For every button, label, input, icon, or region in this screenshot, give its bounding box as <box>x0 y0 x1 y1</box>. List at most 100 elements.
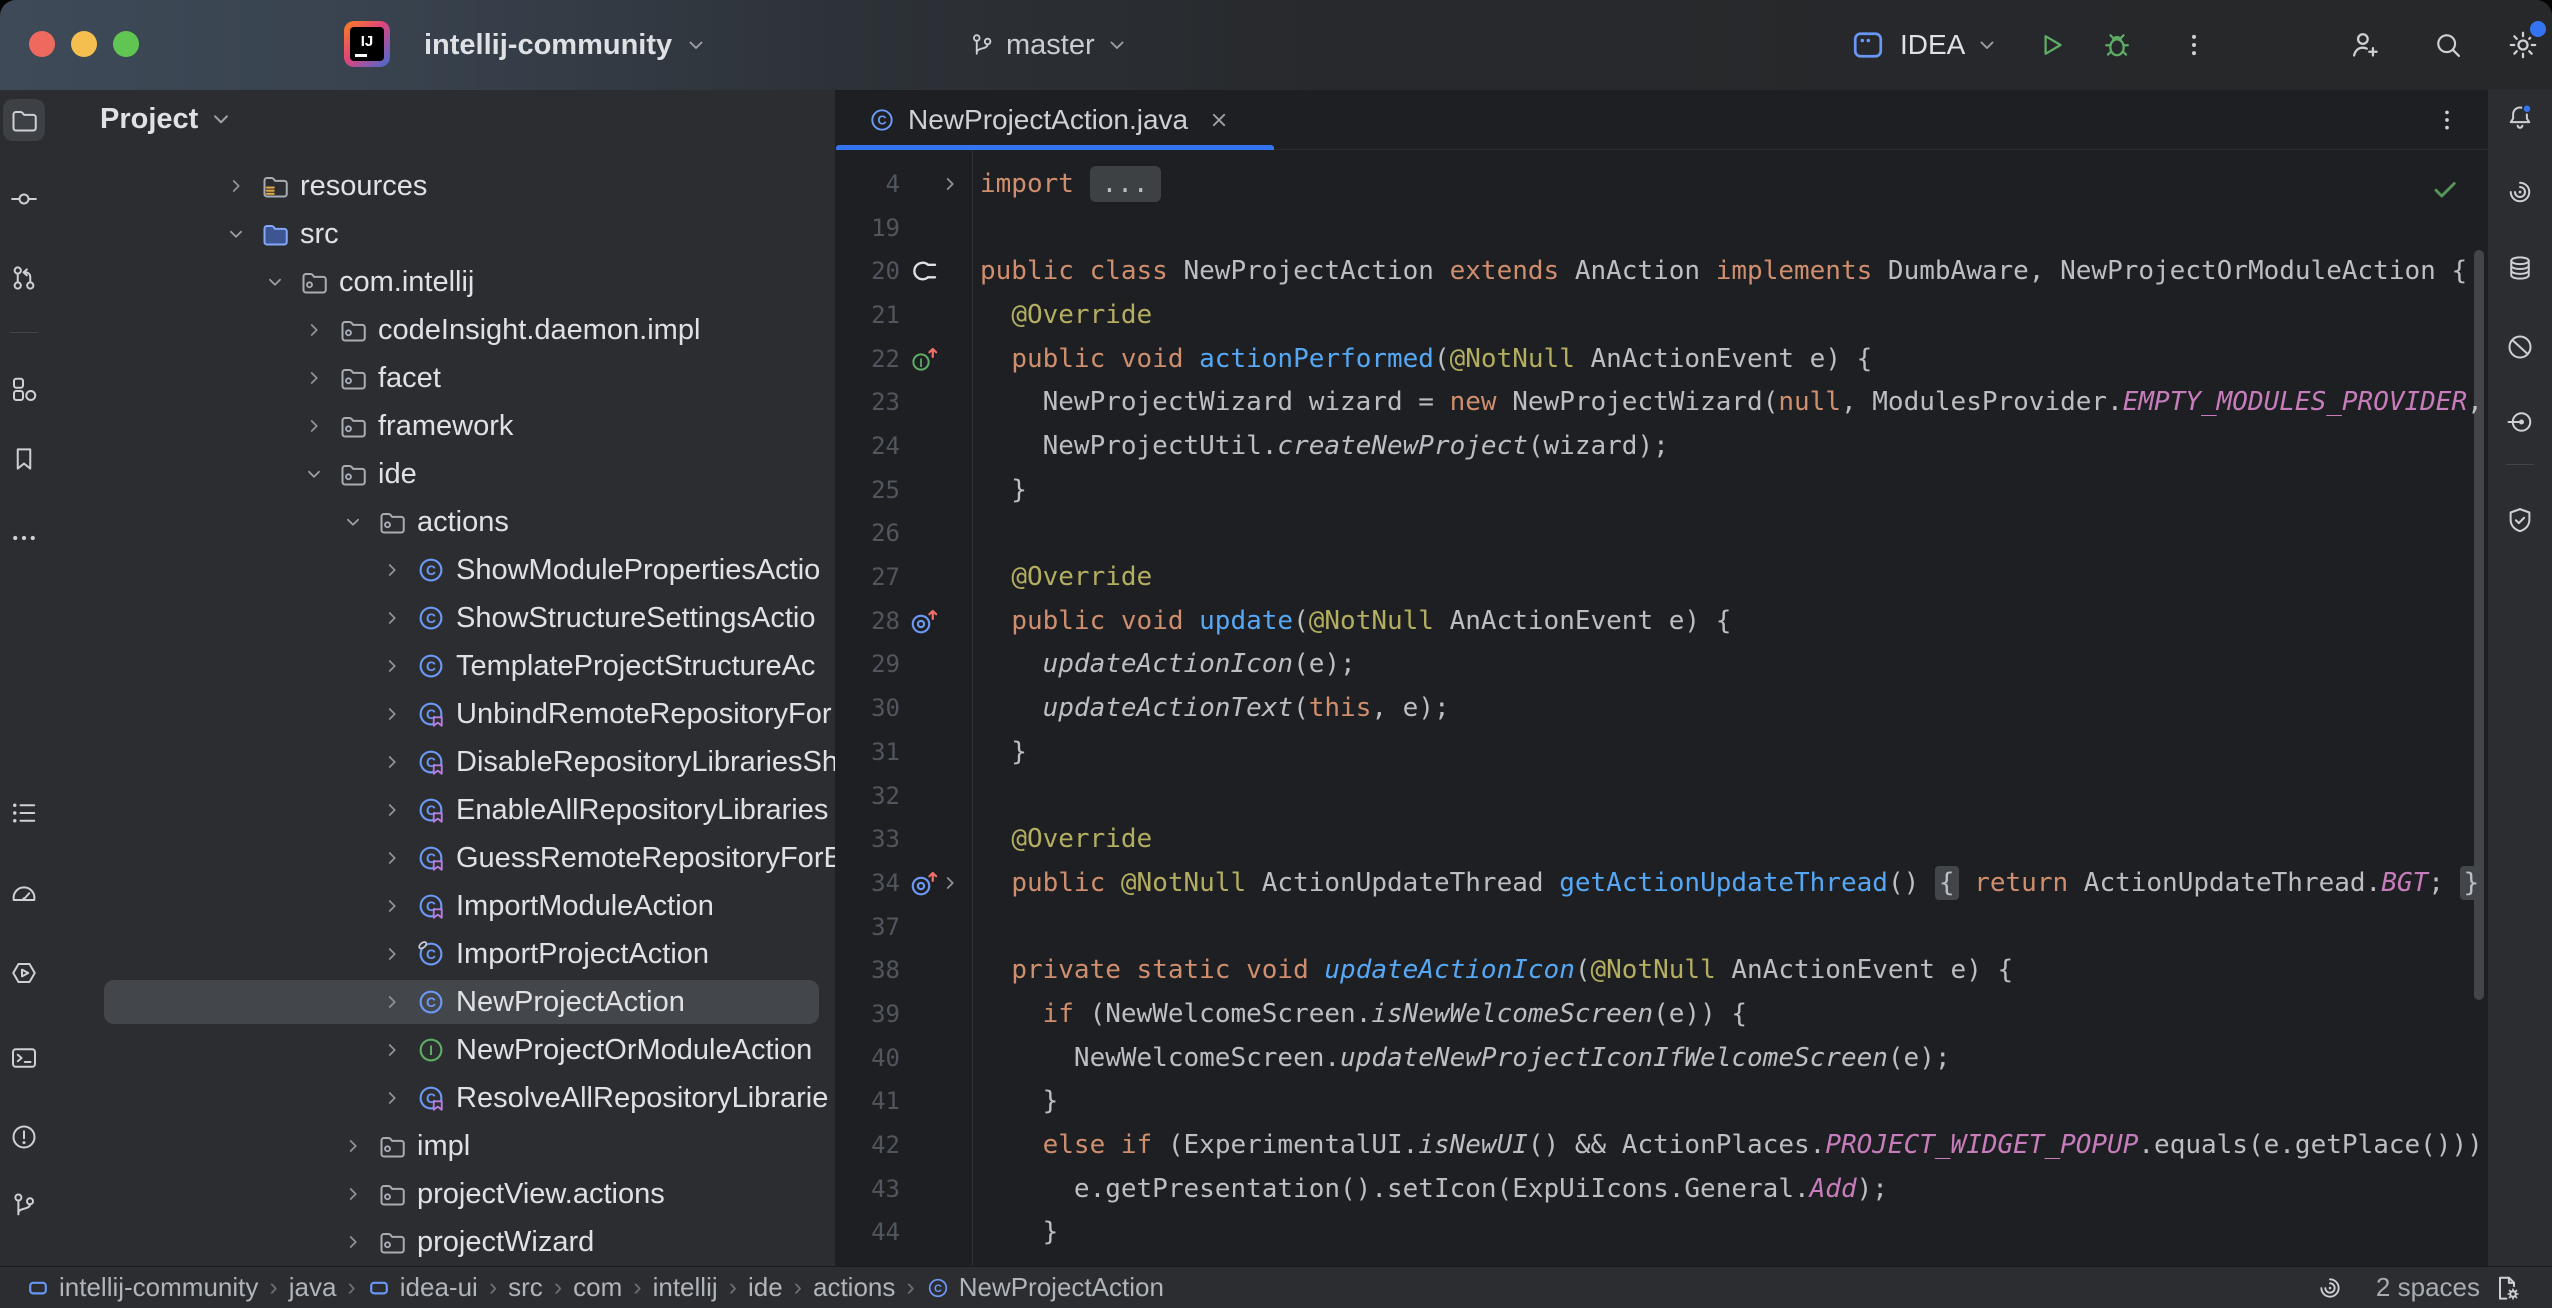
ai-assistant-status-icon[interactable] <box>2316 1274 2344 1302</box>
project-widget[interactable]: intellij-community <box>424 0 708 90</box>
tree-item-TemplateProjectStructureAc[interactable]: CTemplateProjectStructureAc <box>48 642 835 690</box>
chevron-right-icon[interactable] <box>224 175 248 197</box>
tree-item-projectWizard[interactable]: projectWizard <box>48 1218 835 1266</box>
tree-item-src[interactable]: src <box>48 210 835 258</box>
settings-button[interactable] <box>2506 0 2540 90</box>
tool-window-button-structure[interactable] <box>3 368 45 410</box>
chevron-right-icon[interactable] <box>380 799 404 821</box>
inspections-ok-icon[interactable] <box>2430 174 2460 204</box>
chevron-right-icon[interactable] <box>380 1039 404 1061</box>
chevron-down-icon[interactable] <box>224 223 248 245</box>
tree-item-GuessRemoteRepositoryForB[interactable]: CGuessRemoteRepositoryForB <box>48 834 835 882</box>
close-window-button[interactable] <box>29 31 55 57</box>
tree-item-DisableRepositoryLibrariesSh[interactable]: CDisableRepositoryLibrariesSh <box>48 738 835 786</box>
tree-item-NewProjectAction[interactable]: CNewProjectAction <box>48 978 835 1026</box>
chevron-right-icon[interactable] <box>302 319 326 341</box>
tool-window-button-trusted-project[interactable] <box>2499 499 2541 541</box>
tool-window-button-project[interactable] <box>3 99 45 141</box>
minimize-window-button[interactable] <box>71 31 97 57</box>
chevron-down-icon[interactable] <box>302 463 326 485</box>
tool-window-button-no-entry[interactable] <box>2499 326 2541 368</box>
zoom-window-button[interactable] <box>113 31 139 57</box>
chevron-right-icon[interactable] <box>380 559 404 581</box>
debug-button[interactable] <box>2100 0 2134 90</box>
breadcrumb-item-NewProjectAction[interactable]: CNewProjectAction <box>926 1272 1164 1303</box>
tool-window-button-run-target[interactable] <box>2499 401 2541 443</box>
breadcrumb-item-intellij[interactable]: intellij <box>653 1272 718 1303</box>
breadcrumb-item-idea-ui[interactable]: idea-ui <box>367 1272 478 1303</box>
chevron-right-icon[interactable] <box>380 1087 404 1109</box>
tool-window-button-more-tool-windows[interactable] <box>3 517 45 559</box>
indent-setting[interactable]: 2 spaces <box>2376 1272 2480 1303</box>
tool-window-button-pull-requests[interactable] <box>3 257 45 299</box>
tree-item-ShowStructureSettingsActio[interactable]: CShowStructureSettingsActio <box>48 594 835 642</box>
tree-item-facet[interactable]: facet <box>48 354 835 402</box>
project-panel-header[interactable]: Project <box>48 90 835 148</box>
tab-newprojectaction-java[interactable]: C NewProjectAction.java <box>836 90 1274 150</box>
tool-window-button-version-control[interactable] <box>3 1184 45 1226</box>
line-number: 26 <box>836 511 900 555</box>
tree-item-framework[interactable]: framework <box>48 402 835 450</box>
tree-item-NewProjectOrModuleAction[interactable]: INewProjectOrModuleAction <box>48 1026 835 1074</box>
close-tab-icon[interactable] <box>1206 107 1232 133</box>
tree-item-ImportModuleAction[interactable]: CImportModuleAction <box>48 882 835 930</box>
run-configuration-widget[interactable]: IDEA <box>1850 0 1999 90</box>
tool-window-button-todo[interactable] <box>3 792 45 834</box>
tree-item-ImportProjectAction[interactable]: CImportProjectAction <box>48 930 835 978</box>
tool-window-button-notifications[interactable] <box>2499 96 2541 138</box>
chevron-right-icon[interactable] <box>341 1231 365 1253</box>
branch-widget[interactable]: master <box>968 0 1129 90</box>
tool-window-button-bookmarks[interactable] <box>3 438 45 480</box>
chevron-right-icon[interactable] <box>380 943 404 965</box>
chevron-right-icon[interactable] <box>380 847 404 869</box>
chevron-right-icon[interactable] <box>380 991 404 1013</box>
implements-marker-icon[interactable]: I <box>908 337 940 381</box>
breadcrumb-item-ide[interactable]: ide <box>748 1272 783 1303</box>
tool-window-button-problems[interactable] <box>3 1116 45 1158</box>
tree-item-ShowModulePropertiesActio[interactable]: CShowModulePropertiesActio <box>48 546 835 594</box>
code-with-me-button[interactable] <box>2348 0 2382 90</box>
tree-item-codeInsight.daemon.impl[interactable]: codeInsight.daemon.impl <box>48 306 835 354</box>
implemented-marker-icon[interactable] <box>908 249 940 293</box>
chevron-right-icon[interactable] <box>380 607 404 629</box>
tree-item-resources[interactable]: resources <box>48 162 835 210</box>
tree-item-actions[interactable]: actions <box>48 498 835 546</box>
chevron-right-icon[interactable] <box>341 1183 365 1205</box>
tree-item-EnableAllRepositoryLibraries[interactable]: CEnableAllRepositoryLibraries <box>48 786 835 834</box>
chevron-right-icon[interactable] <box>380 751 404 773</box>
tool-window-button-ai-assistant[interactable] <box>2499 171 2541 213</box>
tool-window-button-commit[interactable] <box>3 178 45 220</box>
tree-item-com.intellij[interactable]: com.intellij <box>48 258 835 306</box>
breadcrumb-item-java[interactable]: java <box>289 1272 337 1303</box>
code-editor[interactable]: 4import ...1920public class NewProjectAc… <box>836 150 2488 1266</box>
tool-window-button-profiler[interactable] <box>3 873 45 915</box>
file-properties-icon[interactable] <box>2492 1273 2522 1303</box>
breadcrumb-item-com[interactable]: com <box>573 1272 622 1303</box>
chevron-right-icon[interactable] <box>380 655 404 677</box>
tool-window-button-database[interactable] <box>2499 247 2541 289</box>
chevron-right-icon[interactable] <box>302 415 326 437</box>
overrides-marker-icon[interactable] <box>908 599 940 643</box>
tree-item-impl[interactable]: impl <box>48 1122 835 1170</box>
tree-item-ide[interactable]: ide <box>48 450 835 498</box>
tab-options-button[interactable] <box>2432 105 2462 135</box>
chevron-right-icon[interactable] <box>380 895 404 917</box>
tree-item-ResolveAllRepositoryLibrarie[interactable]: CResolveAllRepositoryLibrarie <box>48 1074 835 1122</box>
tree-item-projectView.actions[interactable]: projectView.actions <box>48 1170 835 1218</box>
chevron-down-icon[interactable] <box>341 511 365 533</box>
tool-window-button-services[interactable] <box>3 952 45 994</box>
tree-item-UnbindRemoteRepositoryFor[interactable]: CUnbindRemoteRepositoryFor <box>48 690 835 738</box>
chevron-down-icon[interactable] <box>263 271 287 293</box>
breadcrumb-item-actions[interactable]: actions <box>813 1272 895 1303</box>
fold-region-icon[interactable] <box>936 162 964 206</box>
breadcrumb-item-src[interactable]: src <box>508 1272 543 1303</box>
chevron-right-icon[interactable] <box>341 1135 365 1157</box>
tool-window-button-terminal[interactable] <box>3 1037 45 1079</box>
fold-region-icon[interactable] <box>936 861 964 905</box>
search-everywhere-button[interactable] <box>2432 0 2464 90</box>
breadcrumb-item-intellij-community[interactable]: intellij-community <box>26 1272 258 1303</box>
chevron-right-icon[interactable] <box>302 367 326 389</box>
more-run-options-button[interactable] <box>2180 0 2208 90</box>
chevron-right-icon[interactable] <box>380 703 404 725</box>
run-button[interactable] <box>2036 0 2068 90</box>
